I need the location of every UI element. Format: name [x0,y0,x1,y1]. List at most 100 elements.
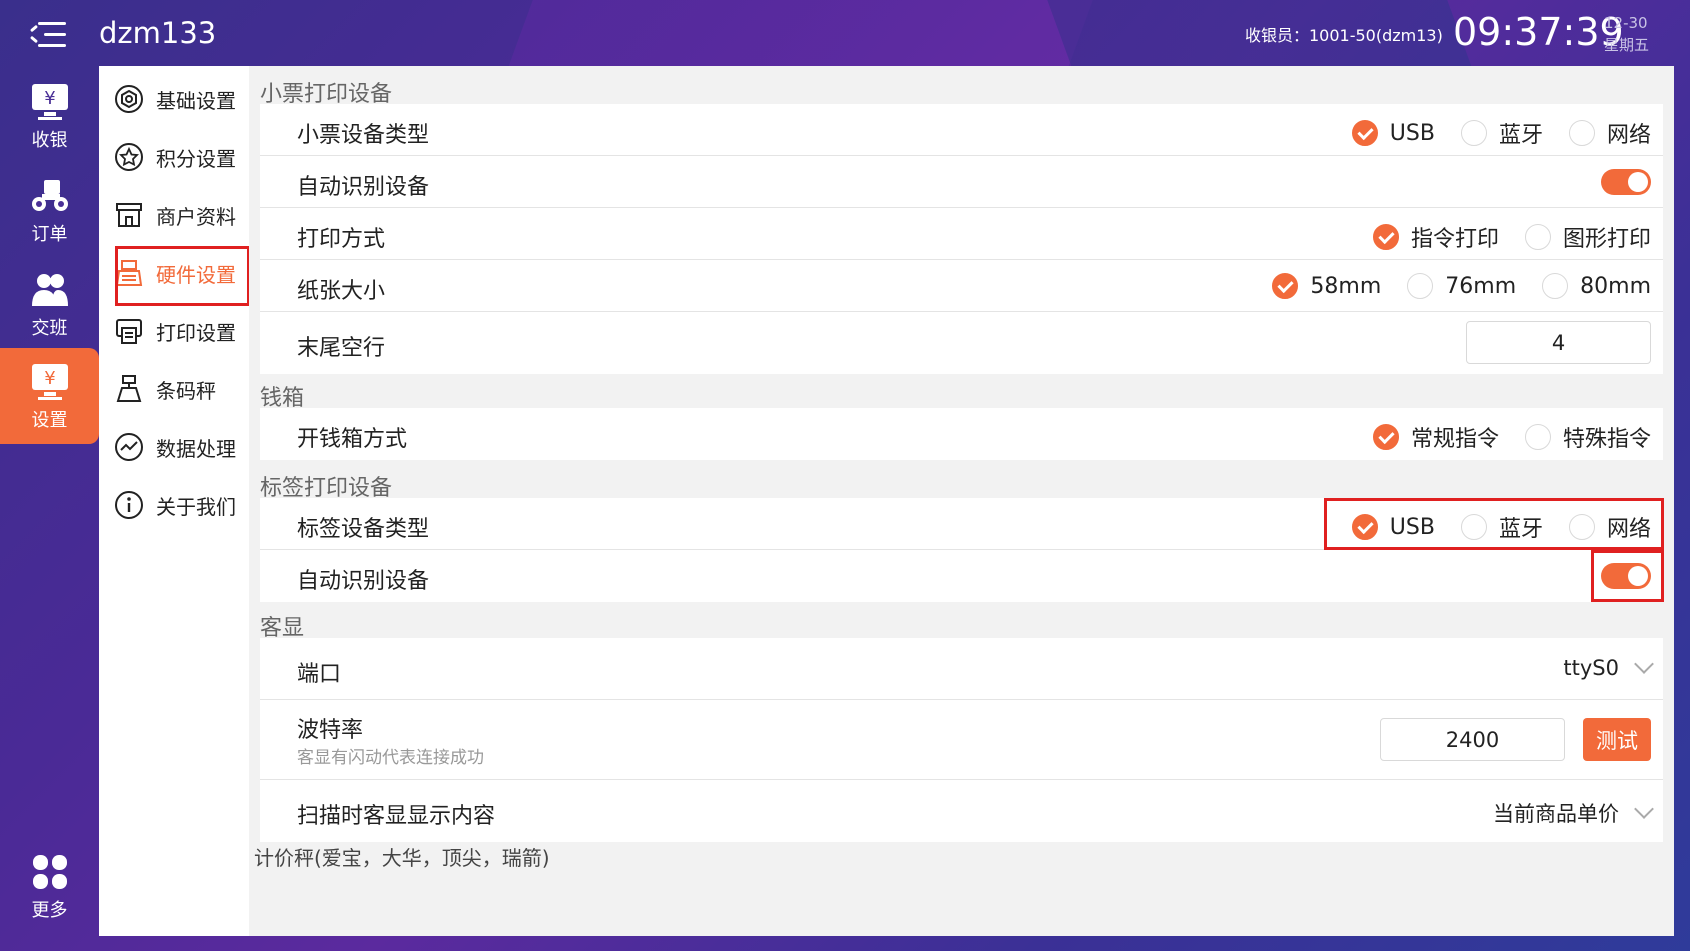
radio-group: 指令打印 图形打印 [1347,221,1651,253]
printer-icon [112,314,146,348]
info-icon [112,488,146,522]
row-label: 端口 [297,662,342,687]
radio-special-command[interactable]: 特殊指令 [1524,421,1651,453]
menu-icon[interactable] [29,18,70,52]
row-label: 自动识别设备 [297,175,430,200]
nav-item-points[interactable]: 积分设置 [99,128,249,186]
radio-empty-icon [1568,120,1595,146]
row-hint: 客显有闪动代表连接成功 [297,748,484,768]
radio-group: 常规指令 特殊指令 [1347,421,1651,453]
row-scan-display: 扫描时客显显示内容 当前商品单价 [260,780,1663,842]
row-cashbox-mode: 开钱箱方式 常规指令 特殊指令 [260,408,1663,460]
nav-label: 积分设置 [156,146,236,171]
clock: 09:37:39 [1453,10,1624,54]
row-label: 小票设备类型 [297,123,430,148]
row-receipt-device-type: 小票设备类型 USB 蓝牙 网络 [260,104,1663,156]
cashier-icon: ¥ [30,82,70,122]
rail-item-order[interactable]: 订单 [0,162,99,258]
option-label: 指令打印 [1410,227,1499,252]
baud-rate-input[interactable]: 2400 [1380,718,1565,761]
next-section-title: 计价秤(爱宝，大华，顶尖，瑞箭) [254,846,550,870]
rail-item-settings[interactable]: ¥ 设置 [0,348,99,444]
option-label: 76mm [1445,273,1517,299]
row-label: 末尾空行 [297,336,386,361]
nav-label: 关于我们 [156,494,236,519]
option-label: 特殊指令 [1562,427,1651,452]
select-value: ttyS0 [1563,656,1619,680]
nav-item-print[interactable]: 打印设置 [99,302,249,360]
radio-network[interactable]: 网络 [1568,117,1651,149]
hexagon-gear-icon [112,82,146,116]
nav-item-data[interactable]: 数据处理 [99,418,249,476]
radio-empty-icon [1407,273,1434,299]
star-circle-icon [112,140,146,174]
select-value: 当前商品单价 [1493,802,1619,826]
radio-empty-icon [1524,224,1551,250]
row-tail-lines: 末尾空行 4 [260,312,1663,374]
port-select[interactable]: ttyS0 [1563,654,1654,680]
highlight-box [1324,498,1664,550]
rail-item-more[interactable]: 更多 [0,838,99,934]
radio-checked-icon [1351,120,1378,146]
chevron-down-icon [1634,654,1654,674]
option-label: 蓝牙 [1498,123,1543,148]
test-button[interactable]: 测试 [1583,718,1651,761]
svg-text:¥: ¥ [44,88,55,109]
order-icon [30,176,70,216]
row-label: 波特率 [297,718,364,743]
option-label: 58mm [1310,273,1382,299]
auto-detect-toggle[interactable] [1601,169,1651,195]
rail-item-cashier[interactable]: ¥ 收银 [0,68,99,164]
radio-group: 58mm 76mm 80mm [1246,273,1651,299]
radio-80mm[interactable]: 80mm [1542,273,1651,299]
option-label: USB [1389,120,1435,146]
more-icon [30,852,70,892]
rail-item-shift[interactable]: 交班 [0,256,99,352]
rail-label: 设置 [31,410,68,431]
nav-item-hardware[interactable]: 硬件设置 [99,244,250,306]
radio-empty-icon [1460,120,1487,146]
radio-command-print[interactable]: 指令打印 [1372,221,1499,253]
nav-label: 基础设置 [156,88,236,113]
settings-icon: ¥ [30,362,70,402]
nav-label: 硬件设置 [156,262,236,287]
row-baud-rate: 波特率 客显有闪动代表连接成功 2400 测试 [260,700,1663,780]
radio-empty-icon [1524,424,1551,450]
nav-item-scale[interactable]: 条码秤 [99,360,249,418]
row-label: 开钱箱方式 [297,427,408,452]
tail-lines-input[interactable]: 4 [1466,321,1651,364]
radio-checked-icon [1372,224,1399,250]
option-label: 80mm [1580,273,1651,299]
nav-item-merchant[interactable]: 商户资料 [99,186,249,244]
radio-empty-icon [1542,273,1569,299]
row-label: 标签设备类型 [297,517,430,542]
radio-76mm[interactable]: 76mm [1407,273,1516,299]
weekday: 星期五 [1604,36,1650,54]
store-icon [112,198,146,232]
chart-circle-icon [112,430,146,464]
nav-label: 数据处理 [156,436,236,461]
radio-bluetooth[interactable]: 蓝牙 [1460,117,1543,149]
nav-label: 打印设置 [156,320,236,345]
row-label: 纸张大小 [297,279,386,304]
radio-normal-command[interactable]: 常规指令 [1372,421,1499,453]
scan-display-select[interactable]: 当前商品单价 [1493,798,1654,828]
radio-checked-icon [1272,273,1299,299]
nav-item-about[interactable]: 关于我们 [99,476,249,534]
rail-label: 收银 [31,130,68,151]
row-paper-size: 纸张大小 58mm 76mm 80mm [260,260,1663,312]
option-label: 常规指令 [1410,427,1499,452]
radio-group: USB 蓝牙 网络 [1326,117,1651,149]
row-print-mode: 打印方式 指令打印 图形打印 [260,208,1663,260]
radio-usb[interactable]: USB [1351,120,1435,146]
radio-checked-icon [1372,424,1399,450]
radio-58mm[interactable]: 58mm [1272,273,1381,299]
cash-register-icon [112,256,146,290]
chevron-down-icon [1634,799,1654,819]
left-rail: ¥ 收银 订单 交班 ¥ 设置 更多 [0,0,99,951]
radio-graphic-print[interactable]: 图形打印 [1524,221,1651,253]
scale-icon [112,372,146,406]
rail-label: 更多 [31,900,68,921]
row-label-auto-detect: 自动识别设备 [260,550,1663,602]
nav-item-basic[interactable]: 基础设置 [99,70,249,128]
